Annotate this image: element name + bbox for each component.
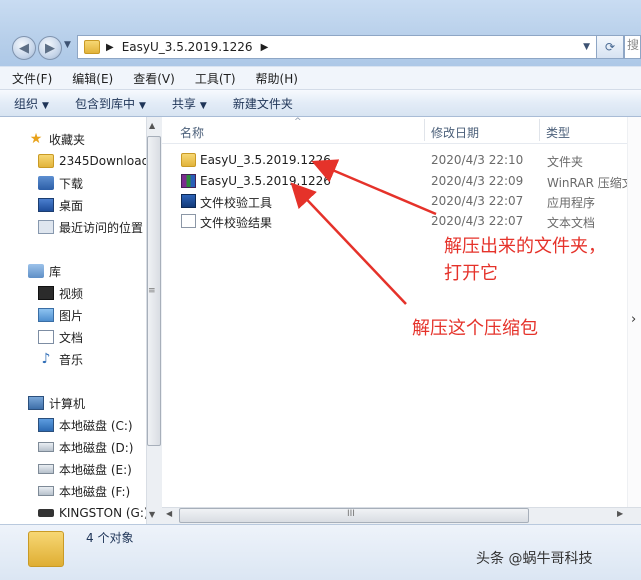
arrow-to-archive [290, 182, 407, 305]
annotation-arrows [290, 159, 437, 305]
arrow-to-folder [311, 159, 437, 216]
annotation-folder-line1: 解压出来的文件夹， [444, 236, 606, 257]
watermark: 头条 @蜗牛哥科技 [476, 551, 593, 567]
annotation-archive: 解压这个压缩包 [412, 318, 538, 339]
annotation-folder-line2: 打开它 [444, 263, 498, 284]
